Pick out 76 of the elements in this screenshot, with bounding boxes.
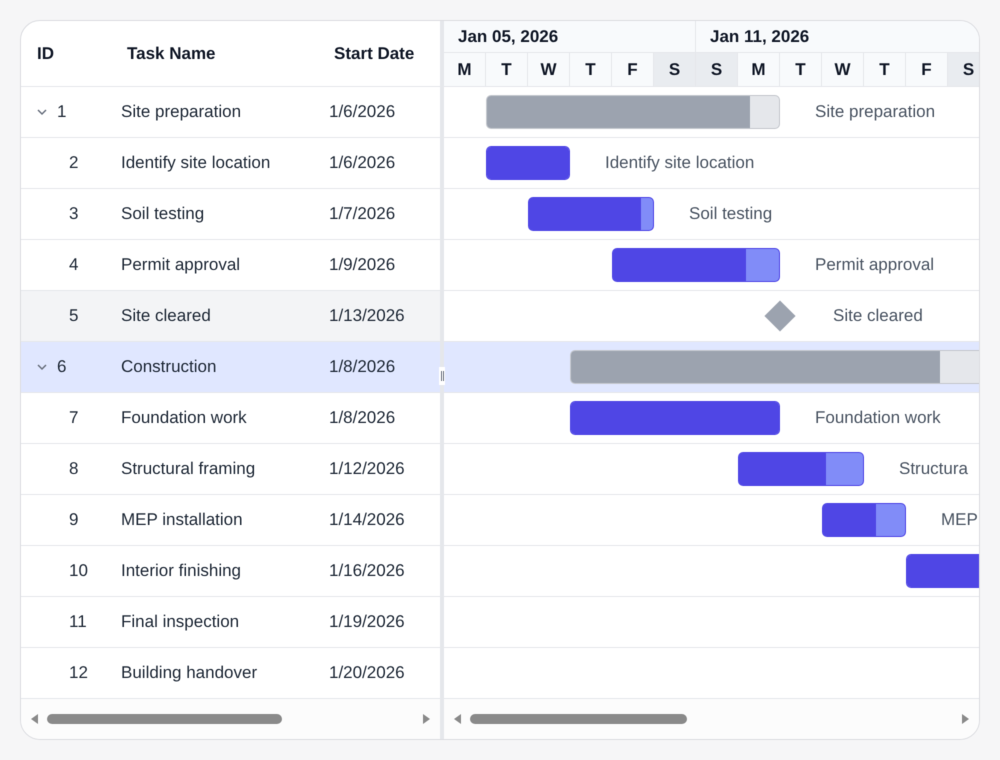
bar-label: Soil testing <box>689 204 772 224</box>
task-name: Soil testing <box>121 204 204 224</box>
day-header: M <box>738 53 780 86</box>
column-header[interactable]: Start Date <box>326 44 440 64</box>
bar-label: MEP <box>941 510 978 530</box>
summary-bar[interactable] <box>486 95 780 129</box>
task-name: Permit approval <box>121 255 240 275</box>
scroll-left-icon[interactable] <box>454 714 462 724</box>
start-date: 1/6/2026 <box>329 102 396 122</box>
day-header: T <box>486 53 528 86</box>
task-id: 4 <box>69 255 78 275</box>
start-date: 1/8/2026 <box>329 408 396 428</box>
task-name: MEP installation <box>121 510 243 530</box>
scrollbar-thumb[interactable] <box>47 714 282 724</box>
day-header: T <box>570 53 612 86</box>
day-header: T <box>780 53 822 86</box>
task-name: Building handover <box>121 663 258 683</box>
start-date: 1/7/2026 <box>329 204 396 224</box>
task-name: Site cleared <box>121 306 211 326</box>
scroll-right-icon[interactable] <box>422 714 430 724</box>
day-header: S <box>696 53 738 86</box>
column-header[interactable]: Task Name <box>121 44 326 64</box>
day-header: M <box>444 53 486 86</box>
task-row[interactable]: 6 Construction 1/8/2026 <box>21 342 440 393</box>
task-id: 11 <box>69 612 87 632</box>
task-id: 3 <box>69 204 78 224</box>
task-id: 7 <box>69 408 78 428</box>
splitter-grip-icon[interactable] <box>439 367 445 385</box>
task-bar[interactable] <box>738 452 864 486</box>
scrollbar-thumb[interactable] <box>470 714 688 724</box>
bar-label: Site cleared <box>833 306 923 326</box>
day-header: F <box>612 53 654 86</box>
start-date: 1/6/2026 <box>329 153 396 173</box>
bar-label: Site preparation <box>815 102 936 122</box>
day-header: S <box>948 53 979 86</box>
task-id: 2 <box>69 153 78 173</box>
bar-label: Identify site location <box>605 153 754 173</box>
task-bar[interactable] <box>612 248 780 282</box>
week-header: Jan 11, 2026 <box>696 21 979 52</box>
task-name: Foundation work <box>121 408 247 428</box>
task-id: 9 <box>69 510 78 530</box>
day-header: S <box>654 53 696 86</box>
task-name: Structural framing <box>121 459 256 479</box>
start-date: 1/8/2026 <box>329 357 396 377</box>
task-name: Final inspection <box>121 612 240 632</box>
day-header: W <box>528 53 570 86</box>
task-row[interactable]: 5 Site cleared 1/13/2026 <box>21 291 440 342</box>
start-date: 1/9/2026 <box>329 255 396 275</box>
task-bar[interactable] <box>822 503 906 537</box>
task-bar[interactable] <box>528 197 654 231</box>
start-date: 1/20/2026 <box>329 663 405 683</box>
day-header: F <box>906 53 948 86</box>
start-date: 1/12/2026 <box>329 459 405 479</box>
scroll-left-icon[interactable] <box>31 714 39 724</box>
column-header[interactable]: ID <box>21 44 121 64</box>
day-header: W <box>822 53 864 86</box>
bar-label: Permit approval <box>815 255 934 275</box>
bar-label: Structura <box>899 459 968 479</box>
start-date: 1/13/2026 <box>329 306 405 326</box>
day-header: T <box>864 53 906 86</box>
task-id: 6 <box>57 357 66 377</box>
task-id: 8 <box>69 459 78 479</box>
task-id: 10 <box>69 561 88 581</box>
task-id: 5 <box>69 306 78 326</box>
task-name: Identify site location <box>121 153 270 173</box>
task-name: Construction <box>121 357 216 377</box>
start-date: 1/14/2026 <box>329 510 405 530</box>
bar-label: Foundation work <box>815 408 941 428</box>
task-name: Interior finishing <box>121 561 242 581</box>
task-id: 1 <box>57 102 66 122</box>
week-header: Jan 05, 2026 <box>444 21 696 52</box>
start-date: 1/19/2026 <box>329 612 405 632</box>
task-id: 12 <box>69 663 88 683</box>
scroll-right-icon[interactable] <box>961 714 969 724</box>
start-date: 1/16/2026 <box>329 561 405 581</box>
task-name: Site preparation <box>121 102 242 122</box>
